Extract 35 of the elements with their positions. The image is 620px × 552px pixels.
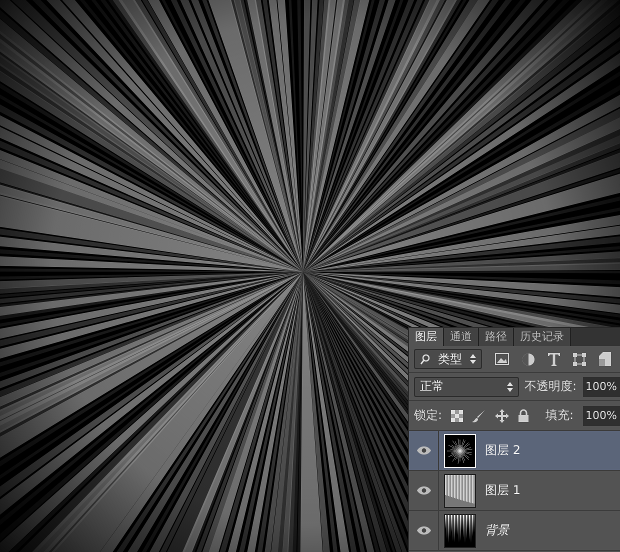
up-down-arrows-icon: [470, 354, 476, 364]
eye-icon[interactable]: [416, 446, 430, 455]
search-icon: [420, 354, 430, 364]
brush-icon[interactable]: [472, 408, 486, 422]
half-circle-icon[interactable]: [522, 352, 535, 366]
layer-name: 图层 2: [485, 442, 520, 459]
layer-thumbnail: [445, 474, 475, 506]
panel-tab[interactable]: 路径: [479, 328, 514, 346]
blend-mode-dropdown[interactable]: 正常: [414, 376, 518, 396]
fill-label: 填充:: [546, 407, 574, 424]
layer-name: 背景: [485, 522, 509, 539]
panel-tab[interactable]: 通道: [444, 328, 479, 346]
image-icon[interactable]: [495, 353, 509, 365]
opacity-label: 不透明度:: [524, 378, 577, 395]
layer-row[interactable]: 图层 1: [409, 471, 620, 511]
panel-tab[interactable]: 图层: [409, 328, 444, 346]
move-icon[interactable]: [495, 408, 510, 422]
filter-dropdown[interactable]: 类型: [414, 349, 482, 369]
type-icon[interactable]: [548, 352, 560, 366]
layer-name: 图层 1: [485, 482, 520, 499]
lock-label: 锁定:: [414, 407, 442, 424]
opacity-field[interactable]: 100%: [582, 376, 620, 396]
layer-row[interactable]: 背景: [409, 511, 620, 551]
transform-square-icon[interactable]: [573, 352, 586, 366]
panel-tab[interactable]: 历史记录: [514, 328, 571, 346]
up-down-arrows-icon: [506, 382, 512, 392]
checkerboard-icon[interactable]: [451, 410, 464, 422]
layer-thumbnail: [445, 514, 475, 546]
layer-row[interactable]: 图层 2: [409, 431, 620, 471]
document-icon[interactable]: [599, 352, 611, 366]
eye-icon[interactable]: [416, 526, 430, 535]
eye-icon[interactable]: [416, 486, 430, 495]
fill-field[interactable]: 100%: [582, 406, 620, 426]
lock-icon[interactable]: [518, 409, 530, 422]
layer-thumbnail: [445, 434, 475, 466]
